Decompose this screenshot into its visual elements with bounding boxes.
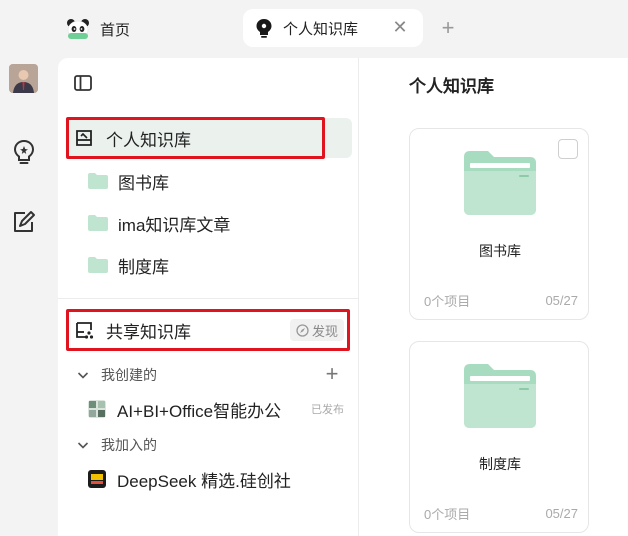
select-checkbox[interactable] xyxy=(558,139,578,159)
folder-card-library[interactable]: 图书库 0个项目 05/27 xyxy=(409,128,589,320)
tab-home-label: 首页 xyxy=(100,21,131,39)
card-name: 制度库 xyxy=(479,456,521,472)
kb-thumbnail xyxy=(88,400,106,418)
page-title: 个人知识库 xyxy=(409,77,494,96)
bulb-icon xyxy=(256,19,272,38)
card-count: 0个项目 xyxy=(424,294,471,309)
card-date: 05/27 xyxy=(545,293,578,308)
divider xyxy=(58,298,358,299)
kb-item-deepseek[interactable]: DeepSeek 精选.硅创社 xyxy=(66,462,352,496)
edit-note-icon[interactable] xyxy=(10,208,38,236)
bulb-outline-icon[interactable] xyxy=(10,138,38,166)
left-rail xyxy=(0,58,58,536)
add-tab-button[interactable]: + xyxy=(438,14,458,42)
highlight-box-personal xyxy=(66,117,325,159)
group-joined[interactable]: 我加入的 xyxy=(66,431,352,459)
sidebar-folder-articles[interactable]: ima知识库文章 xyxy=(66,204,352,242)
sidebar-folder-library[interactable]: 图书库 xyxy=(66,162,352,200)
kb-item-label: AI+BI+Office智能办公 xyxy=(117,401,282,421)
group-created[interactable]: 我创建的 + xyxy=(66,361,352,389)
tab-personal-kb-label: 个人知识库 xyxy=(283,20,359,38)
sidebar-folder-policy[interactable]: 制度库 xyxy=(66,246,352,284)
chevron-down-icon xyxy=(77,372,89,379)
folder-label: 图书库 xyxy=(118,173,169,193)
chevron-down-icon xyxy=(77,442,89,449)
main-panel: 个人知识库 图书库 0个项目 05/27 制度库 0个项目 05/27 xyxy=(358,58,628,536)
folder-icon xyxy=(464,364,536,428)
tab-home[interactable]: 首页 xyxy=(58,10,138,48)
tab-bar: 首页 个人知识库 ✕ + xyxy=(0,0,628,58)
panda-icon xyxy=(67,19,89,40)
published-badge: 已发布 xyxy=(311,404,344,416)
kb-item-ai-office[interactable]: AI+BI+Office智能办公 已发布 xyxy=(66,392,352,426)
folder-label: ima知识库文章 xyxy=(118,215,231,235)
kb-item-label: DeepSeek 精选.硅创社 xyxy=(117,471,291,491)
kb-thumbnail xyxy=(88,470,106,488)
folder-label: 制度库 xyxy=(118,257,169,277)
folder-card-policy[interactable]: 制度库 0个项目 05/27 xyxy=(409,341,589,533)
card-name: 图书库 xyxy=(479,243,521,259)
card-count: 0个项目 xyxy=(424,507,471,522)
tab-personal-kb[interactable]: 个人知识库 ✕ xyxy=(243,9,423,47)
card-date: 05/27 xyxy=(545,506,578,521)
avatar[interactable] xyxy=(9,64,38,93)
folder-icon xyxy=(464,151,536,215)
group-label: 我创建的 xyxy=(101,367,157,383)
folder-icon xyxy=(88,173,108,189)
add-kb-button[interactable]: + xyxy=(322,363,342,385)
folder-icon xyxy=(88,257,108,273)
close-icon[interactable]: ✕ xyxy=(391,18,409,36)
group-label: 我加入的 xyxy=(101,437,157,453)
highlight-box-shared xyxy=(66,309,350,351)
folder-icon xyxy=(88,215,108,231)
sidebar-toggle-icon[interactable] xyxy=(72,72,94,94)
